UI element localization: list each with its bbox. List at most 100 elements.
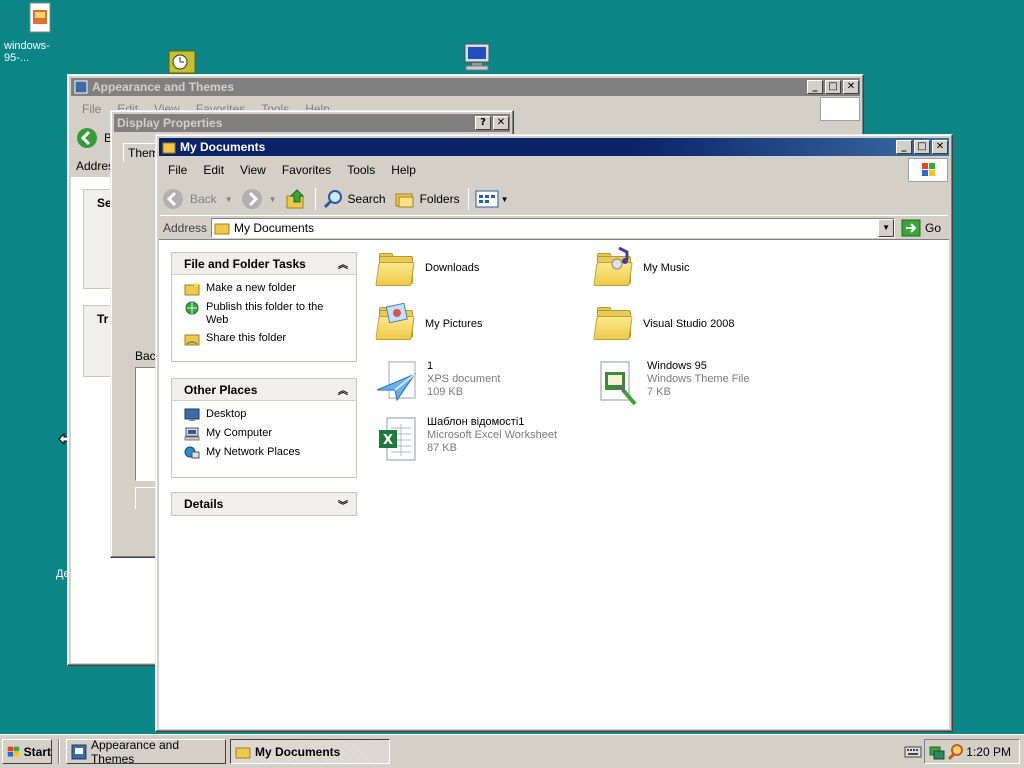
menu-help[interactable]: Help xyxy=(383,163,424,177)
address-bar: Address My Documents ▼ Go xyxy=(160,215,948,239)
views-button[interactable]: ▼ xyxy=(475,189,509,209)
music-folder-icon xyxy=(593,246,635,286)
start-button[interactable]: Start xyxy=(2,739,52,764)
collapse-icon[interactable]: ︽ xyxy=(338,256,348,271)
display-titlebar[interactable]: Display Properties ? ✕ xyxy=(114,114,510,132)
file-name: Visual Studio 2008 xyxy=(643,318,735,330)
file-excel-worksheet[interactable]: X Шаблон відомості1 Microsoft Excel Work… xyxy=(375,416,557,464)
minimize-button[interactable]: _ xyxy=(896,140,912,154)
desktop-icon-scheduled[interactable] xyxy=(168,50,196,74)
menu-tools[interactable]: Tools xyxy=(339,163,383,177)
menu-file[interactable]: File xyxy=(74,102,109,116)
taskbar-item-label: My Documents xyxy=(255,744,341,759)
file-folder-tasks-panel: File and Folder Tasks ︽ Make a new folde… xyxy=(171,252,357,362)
place-my-computer[interactable]: My Computer xyxy=(172,424,356,443)
minimize-button[interactable]: _ xyxy=(807,80,823,94)
collapse-icon[interactable]: ︽ xyxy=(338,382,348,397)
svg-text:X: X xyxy=(383,433,393,448)
scheduled-tasks-icon xyxy=(168,50,196,74)
monitor-icon xyxy=(464,43,490,71)
mydocs-menubar: File Edit View Favorites Tools Help xyxy=(160,161,424,179)
chevron-down-icon[interactable]: ▼ xyxy=(225,195,233,204)
forward-button[interactable]: ▼ xyxy=(241,188,277,210)
search-label: Search xyxy=(347,192,386,206)
file-windows-95-theme[interactable]: Windows 95 Windows Theme File 7 KB xyxy=(595,360,750,408)
file-name: 1 xyxy=(427,360,434,372)
excel-worksheet-icon: X xyxy=(379,417,416,461)
details-header[interactable]: Details ︾ xyxy=(172,493,356,515)
address-dropdown-button[interactable]: ▼ xyxy=(878,218,895,237)
help-button[interactable]: ? xyxy=(475,116,491,130)
file-type: Windows Theme File xyxy=(647,373,750,385)
chevron-down-icon[interactable]: ▼ xyxy=(501,195,509,204)
file-downloads[interactable]: Downloads xyxy=(375,252,479,286)
chevron-down-icon[interactable]: ▼ xyxy=(269,195,277,204)
file-visual-studio[interactable]: Visual Studio 2008 xyxy=(593,306,735,340)
back-button[interactable]: Back ▼ xyxy=(162,188,233,210)
my-documents-window[interactable]: My Documents _ □ ✕ File Edit View Favori… xyxy=(155,134,953,732)
appearance-task-panel: Se xyxy=(83,189,113,289)
task-label: Share this folder xyxy=(206,332,287,344)
task-make-new-folder[interactable]: Make a new folder xyxy=(172,279,356,298)
go-button[interactable]: Go xyxy=(901,219,941,237)
appearance-task-panel-2: Tr xyxy=(83,305,113,377)
keyboard-icon[interactable] xyxy=(904,744,922,763)
appearance-back-button[interactable]: B xyxy=(76,127,112,149)
folder-icon xyxy=(593,306,635,340)
other-places-header[interactable]: Other Places ︽ xyxy=(172,379,356,401)
menu-file[interactable]: File xyxy=(160,163,195,177)
task-share-folder[interactable]: Share this folder xyxy=(172,329,356,348)
task-label: Publish this folder to the Web xyxy=(206,301,324,326)
windows-flag-icon xyxy=(7,746,20,757)
folders-button[interactable]: Folders xyxy=(394,188,460,210)
desktop-icon-my-computer[interactable] xyxy=(460,42,494,72)
network-places-icon xyxy=(184,446,200,459)
toolbar-separator xyxy=(314,188,316,210)
share-folder-icon xyxy=(184,334,200,346)
mydocs-toolbar: Back ▼ ▼ Search Folders ▼ xyxy=(162,185,517,213)
expand-icon[interactable]: ︾ xyxy=(338,497,348,512)
desktop-icon-theme-file[interactable]: windows-95-... xyxy=(4,2,74,64)
taskbar: Start Appearance and Themes My Documents… xyxy=(0,734,1024,768)
file-type: XPS document xyxy=(427,373,501,385)
menu-favorites[interactable]: Favorites xyxy=(274,163,339,177)
taskbar-appearance-themes[interactable]: Appearance and Themes xyxy=(66,738,226,766)
close-button[interactable]: ✕ xyxy=(493,116,509,130)
close-button[interactable]: ✕ xyxy=(932,140,948,154)
desktop-icon xyxy=(184,408,200,421)
file-my-pictures[interactable]: My Pictures xyxy=(375,302,482,340)
appearance-titlebar[interactable]: Appearance and Themes _ □ ✕ xyxy=(71,78,860,96)
menu-edit[interactable]: Edit xyxy=(195,163,232,177)
windows-logo-icon xyxy=(908,158,948,182)
folder-icon xyxy=(375,252,417,286)
file-my-music[interactable]: My Music xyxy=(593,246,689,286)
go-arrow-icon xyxy=(901,219,921,236)
search-button[interactable]: Search xyxy=(322,188,386,210)
maximize-button[interactable]: □ xyxy=(825,80,841,94)
folders-label: Folders xyxy=(419,192,460,206)
search-icon xyxy=(323,190,342,209)
folder-icon xyxy=(235,747,251,758)
address-input[interactable]: My Documents ▼ xyxy=(211,217,896,238)
clock[interactable]: 1:20 PM xyxy=(966,745,1011,759)
maximize-button[interactable]: □ xyxy=(914,140,930,154)
back-arrow-icon xyxy=(77,128,97,148)
appearance-address-label: Addres xyxy=(76,159,115,173)
network-status-icon[interactable] xyxy=(928,743,946,761)
new-folder-icon xyxy=(184,283,200,296)
folder-icon xyxy=(214,223,230,234)
place-desktop[interactable]: Desktop xyxy=(172,405,356,424)
file-xps-document[interactable]: 1 XPS document 109 KB xyxy=(375,360,500,404)
mydocs-titlebar[interactable]: My Documents _ □ ✕ xyxy=(159,138,949,156)
task-publish-web[interactable]: Publish this folder to the Web xyxy=(172,298,356,329)
mydocs-content: File and Folder Tasks ︽ Make a new folde… xyxy=(159,239,949,729)
details-panel: Details ︾ xyxy=(171,492,357,516)
file-folder-tasks-header[interactable]: File and Folder Tasks ︽ xyxy=(172,253,356,275)
up-folder-button[interactable] xyxy=(285,188,307,210)
control-panel-icon xyxy=(74,80,88,94)
close-button[interactable]: ✕ xyxy=(843,80,859,94)
taskbar-my-documents[interactable]: My Documents xyxy=(230,739,390,764)
place-network[interactable]: My Network Places xyxy=(172,443,356,462)
search-tray-icon[interactable] xyxy=(947,743,965,761)
menu-view[interactable]: View xyxy=(232,163,274,177)
